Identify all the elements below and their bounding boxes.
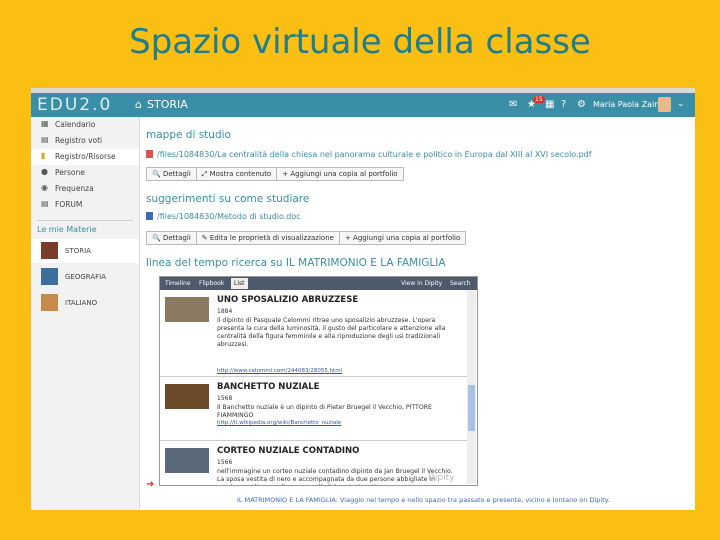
subject-italiano[interactable]: ITALIANO xyxy=(31,291,139,315)
button-row-2: 🔍 Dettagli ✎ Edita le proprietà di visua… xyxy=(146,231,467,245)
sidebar-item-label: FORUM xyxy=(55,200,83,209)
help-icon[interactable]: ? xyxy=(561,99,566,110)
entry-title: CORTEO NUZIALE CONTADINO xyxy=(217,446,360,456)
timeline-tab-bar: Timeline Flipbook List View in Dipity Se… xyxy=(160,277,477,290)
subject-label: ITALIANO xyxy=(65,299,98,307)
entry-description: nell'immagine un corteo nuziale contadin… xyxy=(217,468,453,485)
edit-properties-button[interactable]: ✎ Edita le proprietà di visualizzazione xyxy=(195,231,340,245)
add-to-portfolio-button[interactable]: + Aggiungi una copia al portfolio xyxy=(276,167,404,181)
subject-label: STORIA xyxy=(65,247,91,255)
scrollbar-thumb[interactable] xyxy=(468,385,475,431)
sidebar-item-label: Registro voti xyxy=(55,136,103,145)
sidebar-item-label: Persone xyxy=(55,168,85,177)
button-label: Dettagli xyxy=(162,234,191,242)
main-content: mappe di studio /files/1084830/La centra… xyxy=(146,117,691,510)
user-avatar[interactable] xyxy=(658,97,671,112)
subject-label: GEOGRAFIA xyxy=(65,273,107,281)
notification-badge: 15 xyxy=(533,96,545,103)
home-icon[interactable]: ⌂ xyxy=(135,98,142,111)
sidebar-item-forum[interactable]: ▤ FORUM xyxy=(31,197,139,213)
button-row-1: 🔍 Dettagli ⤢ Mostra contenuto + Aggiungi… xyxy=(146,167,404,181)
forum-icon: ▤ xyxy=(41,199,49,208)
settings-icon[interactable]: ⚙ xyxy=(577,99,586,110)
tab-list[interactable]: List xyxy=(231,278,248,289)
dipity-watermark: Dipity xyxy=(428,473,455,483)
arrow-right-icon: ➜ xyxy=(146,479,155,490)
sidebar-item-label: Calendario xyxy=(55,120,96,129)
section-title-suggerimenti: suggerimenti su come studiare xyxy=(146,193,310,205)
entry-description: Il Banchetto nuziale è un dipinto di Pie… xyxy=(217,404,432,419)
calendar-icon: ▦ xyxy=(41,119,49,128)
entry-title: BANCHETTO NUZIALE xyxy=(217,382,320,392)
doc-file-icon xyxy=(146,212,153,220)
timeline-caption-link[interactable]: IL MATRIMONIO E LA FAMIGLIA: Viaggio nel… xyxy=(237,496,610,504)
sidebar-item-label: Registro/Risorse xyxy=(55,152,116,161)
button-label: Mostra contenuto xyxy=(209,170,272,178)
slide-title: Spazio virtuale della classe xyxy=(129,22,591,62)
sidebar-item-registro-voti[interactable]: ▤ Registro voti xyxy=(31,133,139,149)
entry-year: 1568 xyxy=(217,395,233,402)
view-in-dipity-link[interactable]: View in Dipity xyxy=(401,280,442,287)
file-name: /files/1084830/La centralità della chies… xyxy=(157,150,592,159)
tab-flipbook[interactable]: Flipbook xyxy=(199,280,224,287)
resources-icon: ▮ xyxy=(41,151,46,160)
file-link-pdf[interactable]: /files/1084830/La centralità della chies… xyxy=(146,150,592,159)
entry-description: il dipinto di Pasquale Celommi ritrae un… xyxy=(217,317,446,348)
dipity-timeline-widget: Timeline Flipbook List View in Dipity Se… xyxy=(159,276,478,486)
mail-icon[interactable]: ✉ xyxy=(509,99,517,110)
list-item[interactable]: CORTEO NUZIALE CONTADINO 1566 nell'immag… xyxy=(160,441,467,485)
sidebar-item-registro-risorse[interactable]: ▮ Registro/Risorse xyxy=(31,149,139,165)
sidebar-item-label: Frequenza xyxy=(55,184,94,193)
grades-icon: ▤ xyxy=(41,135,49,144)
sidebar-divider xyxy=(37,220,133,221)
details-button[interactable]: 🔍 Dettagli xyxy=(146,167,197,181)
subjects-heading: Le mie Materie xyxy=(37,225,97,234)
section-title-mappe: mappe di studio xyxy=(146,129,231,141)
subject-storia[interactable]: STORIA xyxy=(31,239,139,263)
entry-year: 1566 xyxy=(217,459,233,466)
entry-thumbnail xyxy=(165,448,209,473)
entry-thumbnail xyxy=(165,384,209,409)
sidebar-item-calendario[interactable]: ▦ Calendario xyxy=(31,117,139,133)
top-navigation-bar: EDU2.0 ⌂ STORIA ✉ ★ 15 ▦ ? ⚙ Maria Paola… xyxy=(31,93,695,117)
user-name[interactable]: Maria Paola Zaino xyxy=(593,100,664,109)
section-title-linea-tempo: linea del tempo ricerca su IL MATRIMONIO… xyxy=(146,257,446,269)
breadcrumb-subject[interactable]: STORIA xyxy=(147,98,188,111)
button-label: Aggiungi una copia al portfolio xyxy=(353,234,461,242)
timeline-scrollbar[interactable] xyxy=(467,290,476,484)
entry-year: 1884 xyxy=(217,308,233,315)
person-icon: ● xyxy=(41,167,48,176)
subject-thumbnail xyxy=(41,294,58,311)
pdf-file-icon xyxy=(146,150,153,158)
entry-link[interactable]: http://www.celommi.com/244083/28055.html xyxy=(217,368,342,374)
button-label: Dettagli xyxy=(162,170,191,178)
entry-thumbnail xyxy=(165,297,209,322)
tab-timeline[interactable]: Timeline xyxy=(165,280,191,287)
add-to-portfolio-button[interactable]: + Aggiungi una copia al portfolio xyxy=(338,231,467,245)
show-content-button[interactable]: ⤢ Mostra contenuto xyxy=(195,167,278,181)
sidebar: ▦ Calendario ▤ Registro voti ▮ Registro/… xyxy=(31,117,140,510)
entry-link[interactable]: http://it.wikipedia.org/wiki/Banchetto_n… xyxy=(217,420,341,426)
subject-geografia[interactable]: GEOGRAFIA xyxy=(31,265,139,289)
sidebar-item-persone[interactable]: ● Persone xyxy=(31,165,139,181)
file-name: /files/1084830/Metodo di studio.doc xyxy=(157,212,301,221)
button-label: Edita le proprietà di visualizzazione xyxy=(209,234,334,242)
list-item[interactable]: BANCHETTO NUZIALE 1568 Il Banchetto nuzi… xyxy=(160,377,467,441)
screenshot-frame: EDU2.0 ⌂ STORIA ✉ ★ 15 ▦ ? ⚙ Maria Paola… xyxy=(31,88,695,510)
subject-thumbnail xyxy=(41,242,58,259)
search-link[interactable]: Search xyxy=(450,280,471,287)
subject-thumbnail xyxy=(41,268,58,285)
details-button[interactable]: 🔍 Dettagli xyxy=(146,231,197,245)
file-link-doc[interactable]: /files/1084830/Metodo di studio.doc xyxy=(146,212,301,221)
button-label: Aggiungi una copia al portfolio xyxy=(290,170,398,178)
calendar-icon[interactable]: ▦ xyxy=(545,99,554,110)
attendance-icon: ◉ xyxy=(41,183,48,192)
chevron-down-icon[interactable]: ⌄ xyxy=(677,99,685,109)
edu20-logo[interactable]: EDU2.0 xyxy=(37,95,112,115)
entry-title: UNO SPOSALIZIO ABRUZZESE xyxy=(217,295,359,305)
sidebar-item-frequenza[interactable]: ◉ Frequenza xyxy=(31,181,139,197)
list-item[interactable]: UNO SPOSALIZIO ABRUZZESE 1884 il dipinto… xyxy=(160,290,467,377)
